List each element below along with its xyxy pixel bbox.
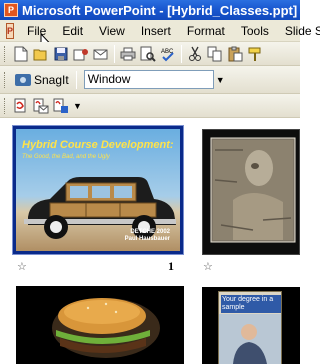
standard-toolbar: ABC [0, 42, 300, 66]
convert-to-pdf-icon[interactable] [12, 97, 30, 115]
print-icon[interactable] [119, 45, 137, 63]
email-icon[interactable] [92, 45, 110, 63]
slide-number: 1 [168, 259, 174, 273]
snagit-label: SnagIt [34, 72, 69, 87]
slide-panel-image: Your degree in a sample [218, 291, 282, 364]
paste-icon[interactable] [226, 45, 244, 63]
snagit-button[interactable]: SnagIt [11, 73, 73, 87]
woody-wagon-car-image [24, 177, 176, 239]
pdf-attach-email-icon[interactable] [32, 97, 50, 115]
menu-slide-show[interactable]: Slide S [277, 24, 320, 38]
menu-tools[interactable]: Tools [233, 24, 277, 38]
document-icon[interactable]: P [6, 22, 15, 39]
spelling-icon[interactable]: ABC [159, 45, 177, 63]
slide-caption-author: Paul Hausbauer [124, 236, 170, 242]
chevron-down-icon[interactable]: ▼ [73, 101, 83, 111]
powerpoint-app-icon[interactable]: P [4, 3, 18, 17]
toolbar-separator [75, 70, 77, 89]
slide-thumbnail-2[interactable] [202, 129, 300, 255]
toolbar-separator [181, 44, 182, 63]
print-preview-icon[interactable] [139, 45, 157, 63]
slide-panel-text: Your degree in a sample [221, 295, 281, 313]
menu-insert[interactable]: Insert [133, 24, 179, 38]
cut-icon[interactable] [186, 45, 204, 63]
slide-transition-icon[interactable]: ☆ [17, 260, 27, 273]
menu-view[interactable]: View [91, 24, 133, 38]
slide-thumbnail-1[interactable]: Hybrid Course Development: The Good, the… [12, 125, 184, 255]
capture-mode-dropdown[interactable]: Window [83, 70, 214, 89]
person-photo-image [219, 314, 281, 364]
toolbar-grip[interactable] [4, 71, 7, 88]
open-icon[interactable] [32, 45, 50, 63]
snagit-camera-icon [15, 73, 31, 86]
format-painter-icon[interactable] [246, 45, 264, 63]
slide-subtitle: The Good, the Bad, and the Ugly [22, 154, 110, 160]
snagit-toolbar: SnagIt Window ▼ [0, 66, 300, 94]
new-icon[interactable] [12, 45, 30, 63]
window-title: Microsoft PowerPoint - [Hybrid_Classes.p… [22, 2, 298, 18]
menu-format[interactable]: Format [179, 24, 233, 38]
menu-edit[interactable]: Edit [54, 24, 91, 38]
pdf-toolbar: ▼ [0, 94, 300, 118]
hamburger-image [16, 286, 184, 364]
pdf-review-icon[interactable] [52, 97, 70, 115]
permission-icon[interactable] [72, 45, 90, 63]
stone-relief-image [203, 130, 299, 254]
slide-transition-icon[interactable]: ☆ [203, 260, 213, 273]
toolbar-grip[interactable] [4, 97, 7, 114]
save-icon[interactable] [52, 45, 70, 63]
slide-thumbnail-4[interactable]: Your degree in a sample [202, 287, 300, 364]
toolbar-separator [114, 44, 115, 63]
toolbar-grip[interactable] [4, 45, 7, 62]
slide-caption-event: DETCHE 2002 [130, 229, 170, 235]
chevron-down-icon[interactable]: ▼ [216, 75, 226, 85]
slide-sorter: Hybrid Course Development: The Good, the… [0, 118, 300, 364]
title-bar: P Microsoft PowerPoint - [Hybrid_Classes… [0, 0, 300, 20]
copy-icon[interactable] [206, 45, 224, 63]
slide-title: Hybrid Course Development: [22, 139, 174, 151]
slide-thumbnail-3[interactable] [16, 286, 184, 364]
